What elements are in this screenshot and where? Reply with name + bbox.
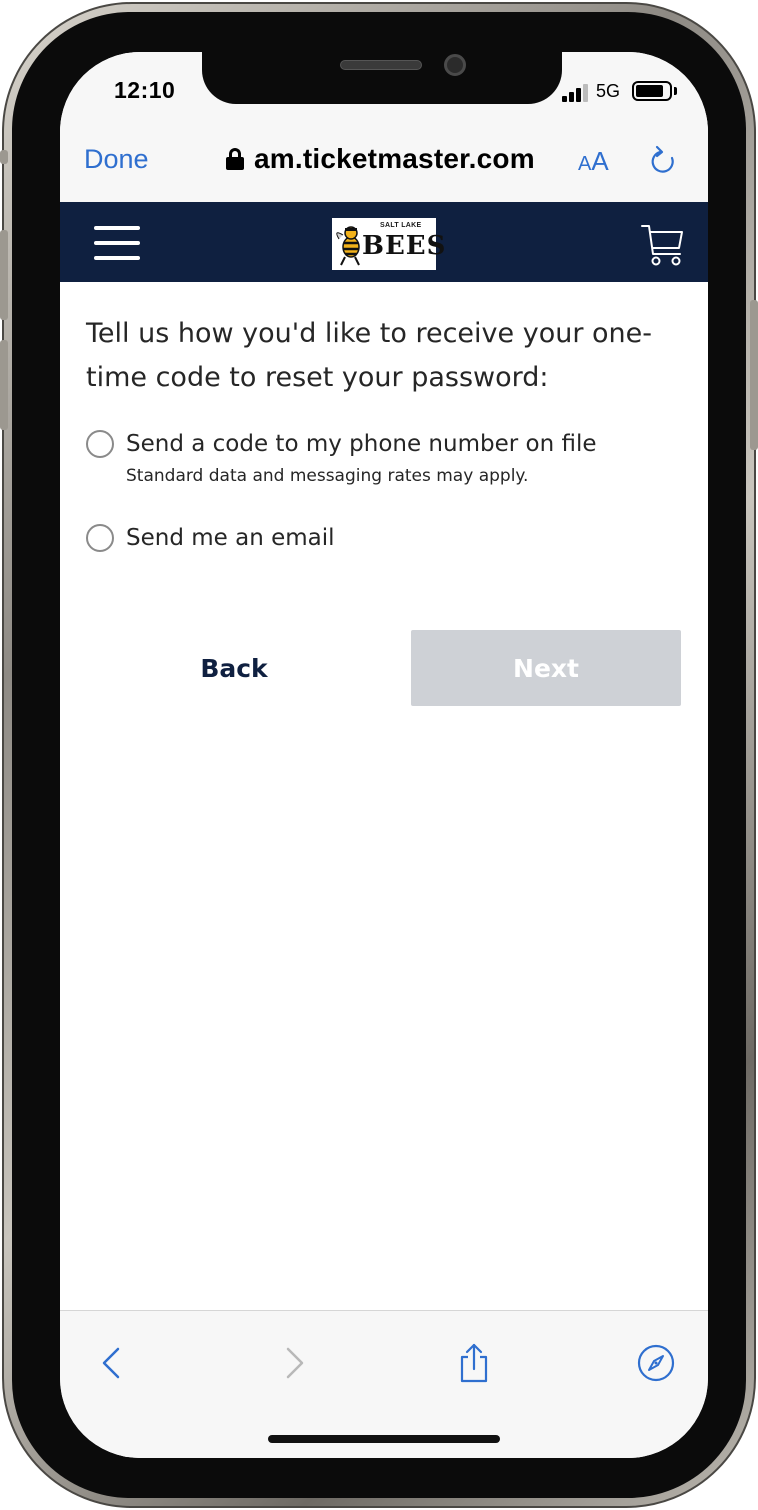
next-button[interactable]: Next [411,630,681,706]
forward-arrow-icon[interactable] [272,1341,316,1385]
text-size-small-label: A [578,153,592,175]
battery-tip [674,87,677,95]
battery-icon [632,81,672,101]
logo-main-text: BEES [362,231,447,261]
notch [202,52,562,104]
logo-small-text: SALT LAKE [380,222,422,229]
network-label: 5G [596,81,621,101]
bee-mascot-icon [336,226,360,266]
option-phone-label: Send a code to my phone number on file [126,431,597,457]
cart-icon[interactable] [640,222,686,268]
phone-screen: 12:10 5G Done am.ticketmaster.com AA SAL… [60,52,708,1458]
status-time: 12:10 [114,77,176,103]
url-display[interactable]: am.ticketmaster.com [226,142,535,176]
team-logo[interactable]: SALT LAKE BEES [332,218,445,270]
reload-icon[interactable] [648,144,678,178]
back-arrow-icon[interactable] [90,1341,134,1385]
url-text: am.ticketmaster.com [254,143,535,174]
phone-side-button [0,150,8,164]
done-button[interactable]: Done [84,144,149,175]
speaker-grille [340,60,422,70]
phone-power-button [750,300,758,450]
text-size-button[interactable]: AA [578,146,609,177]
site-navbar: SALT LAKE BEES [60,202,708,282]
status-bar: 12:10 5G [60,52,708,118]
browser-address-bar: Done am.ticketmaster.com AA [60,118,708,202]
text-size-large-label: A [591,146,609,176]
option-phone-note: Standard data and messaging rates may ap… [126,466,529,486]
phone-volume-up-button [0,230,8,320]
share-icon[interactable] [452,1341,496,1385]
lock-icon [226,148,244,170]
option-email[interactable]: Send me an email [86,522,335,554]
reset-password-form: Tell us how you'd like to receive your o… [60,282,708,1312]
compass-icon[interactable] [634,1341,678,1385]
menu-icon[interactable] [94,226,140,260]
radio-email[interactable] [86,524,114,552]
back-button[interactable]: Back [86,630,382,706]
home-indicator [268,1435,500,1443]
option-email-label: Send me an email [126,525,335,551]
radio-phone[interactable] [86,430,114,458]
option-phone[interactable]: Send a code to my phone number on file S… [86,428,597,486]
signal-icon [562,84,588,102]
form-prompt: Tell us how you'd like to receive your o… [86,318,652,393]
browser-toolbar [60,1310,708,1458]
phone-volume-down-button [0,340,8,430]
front-camera [444,54,466,76]
